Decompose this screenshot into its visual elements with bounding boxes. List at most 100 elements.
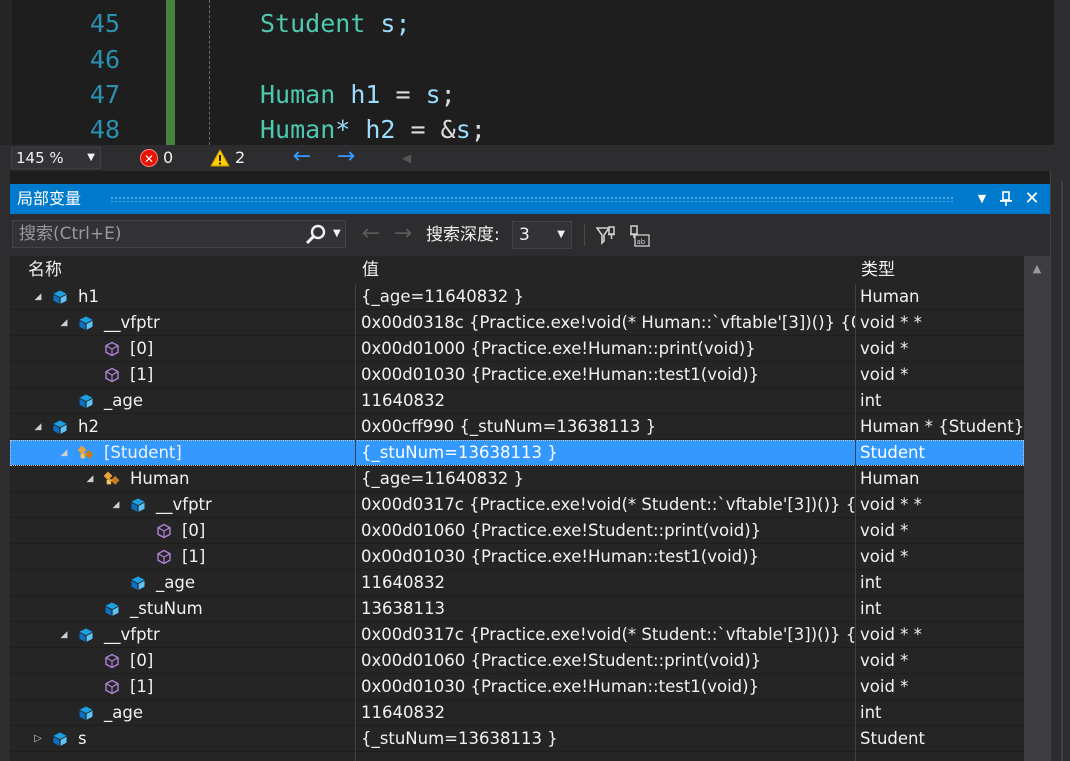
locals-row[interactable]: _age 11640832 int — [10, 388, 1024, 414]
virtual-method-icon — [104, 679, 120, 695]
variable-value[interactable]: 0x00d01030 {Practice.exe!Human::test1(vo… — [360, 674, 855, 700]
locals-row[interactable]: ◢ [Student] {_stuNum=13638113 } Student — [10, 440, 1024, 466]
error-count-value: 0 — [163, 148, 174, 167]
expand-arrow-icon[interactable]: ▷ — [32, 726, 44, 752]
variable-value[interactable]: 0x00d01030 {Practice.exe!Human::test1(vo… — [360, 544, 855, 570]
variable-name: _age — [104, 391, 143, 410]
locals-row[interactable]: [0] 0x00d01000 {Practice.exe!Human::print… — [10, 336, 1024, 362]
column-header-name[interactable]: 名称 — [28, 256, 62, 284]
variable-name: __vfptr — [156, 495, 212, 514]
variable-type: void * — [860, 677, 909, 696]
variable-value[interactable]: 11640832 — [360, 570, 855, 596]
variable-value[interactable]: 11640832 — [360, 388, 855, 414]
variable-value[interactable]: {_stuNum=13638113 } — [360, 440, 855, 466]
collapse-arrow-icon[interactable]: ◢ — [32, 414, 44, 440]
line-number: 45 — [89, 9, 120, 38]
code-editor[interactable]: 45 Student s; 46 47 Human h1 = s; 48 Human* h2… — [0, 0, 1070, 145]
collapse-arrow-icon[interactable]: ◢ — [32, 284, 44, 310]
locals-row[interactable]: [1] 0x00d01030 {Practice.exe!Human::test1… — [10, 674, 1024, 700]
variable-value[interactable]: {_stuNum=13638113 } — [360, 726, 855, 752]
variable-name: __vfptr — [104, 313, 160, 332]
variable-value[interactable]: 11640832 — [360, 700, 855, 726]
horizontal-scroll-left-icon[interactable]: ◀ — [402, 148, 411, 168]
code-token: h1 — [335, 80, 396, 109]
code-text[interactable]: Human h1 = s; — [260, 77, 456, 112]
search-options-chevron-icon[interactable]: ▼ — [333, 221, 341, 247]
editor-scrollbar[interactable] — [1054, 0, 1070, 145]
code-line[interactable]: 47 Human h1 = s; — [0, 77, 1050, 112]
variable-value[interactable]: 0x00d0317c {Practice.exe!void(* Student:… — [360, 622, 855, 648]
search-icon[interactable] — [305, 224, 327, 246]
locals-row[interactable]: ◢ Human {_age=11640832 } Human — [10, 466, 1024, 492]
locals-row[interactable]: ◢ __vfptr 0x00d0317c {Practice.exe!void(* … — [10, 492, 1024, 518]
window-position-dropdown-icon[interactable]: ▼ — [972, 189, 992, 209]
variable-value[interactable]: 0x00d0317c {Practice.exe!void(* Student:… — [360, 492, 855, 518]
search-depth-dropdown[interactable]: 3 ▼ — [512, 221, 572, 249]
zoom-value: 145 % — [16, 149, 64, 167]
variable-value[interactable]: {_age=11640832 } — [360, 466, 855, 492]
collapse-arrow-icon[interactable]: ◢ — [84, 466, 96, 492]
variable-name: _age — [104, 703, 143, 722]
code-line[interactable]: 48 Human* h2 = &s; — [0, 112, 1050, 145]
locals-row[interactable]: [1] 0x00d01030 {Practice.exe!Human::test1… — [10, 362, 1024, 388]
line-number: 48 — [89, 115, 120, 144]
locals-row[interactable]: [0] 0x00d01060 {Practice.exe!Student::pri… — [10, 648, 1024, 674]
locals-row[interactable]: ◢ h1 {_age=11640832 } Human — [10, 284, 1024, 310]
variable-type: Student — [860, 443, 925, 462]
locals-row[interactable]: [1] 0x00d01030 {Practice.exe!Human::test1… — [10, 544, 1024, 570]
pin-icon[interactable] — [996, 189, 1016, 209]
variable-name: Human — [130, 469, 190, 488]
error-icon: ✕ — [140, 149, 158, 167]
variable-type: Human — [860, 469, 920, 488]
navigate-back-icon[interactable]: ← — [290, 146, 314, 169]
locals-row[interactable]: ◢ __vfptr 0x00d0318c {Practice.exe!void(* … — [10, 310, 1024, 336]
collapse-arrow-icon[interactable]: ◢ — [58, 440, 70, 466]
collapse-arrow-icon[interactable]: ◢ — [58, 622, 70, 648]
search-depth-label: 搜索深度: — [426, 225, 500, 245]
navigate-forward-icon[interactable]: → — [334, 146, 358, 169]
code-token: s; — [365, 9, 411, 38]
virtual-method-icon — [156, 549, 172, 565]
chevron-down-icon: ▼ — [557, 229, 565, 240]
locals-scrollbar[interactable]: ▲ — [1024, 256, 1050, 761]
code-text[interactable]: Student s; — [260, 6, 411, 41]
column-header-value[interactable]: 值 — [362, 256, 379, 284]
search-next-icon[interactable]: → — [390, 222, 416, 248]
variable-value[interactable]: 0x00d01000 {Practice.exe!Human::print(vo… — [360, 336, 855, 362]
code-line[interactable]: 46 — [0, 42, 1050, 77]
filter-pin-icon[interactable] — [594, 224, 618, 248]
variable-value[interactable]: 0x00d0318c {Practice.exe!void(* Human::`… — [360, 310, 855, 336]
class-icon — [103, 471, 120, 487]
warning-count[interactable]: 2 — [210, 148, 245, 168]
zoom-dropdown[interactable]: 145 % ▼ — [11, 147, 101, 169]
variable-value[interactable]: 0x00d01060 {Practice.exe!Student::print(… — [360, 648, 855, 674]
search-previous-icon[interactable]: ← — [358, 222, 384, 248]
close-icon[interactable]: ✕ — [1022, 189, 1042, 209]
hexadecimal-display-icon[interactable]: ab — [627, 224, 651, 248]
variable-value[interactable]: 0x00d01030 {Practice.exe!Human::test1(vo… — [360, 362, 855, 388]
code-line[interactable]: 45 Student s; — [0, 6, 1050, 41]
locals-row[interactable]: _stuNum 13638113 int — [10, 596, 1024, 622]
search-input[interactable]: 搜索(Ctrl+E) ▼ — [12, 220, 346, 248]
locals-row[interactable]: ◢ __vfptr 0x00d0317c {Practice.exe!void(* … — [10, 622, 1024, 648]
code-text[interactable]: Human* h2 = &s; — [260, 112, 486, 145]
locals-title-bar[interactable]: 局部变量 ▼ ✕ — [10, 184, 1050, 214]
column-header-type[interactable]: 类型 — [861, 256, 895, 284]
column-divider[interactable] — [355, 284, 356, 761]
locals-row[interactable]: [0] 0x00d01060 {Practice.exe!Student::pri… — [10, 518, 1024, 544]
error-count[interactable]: ✕ 0 — [140, 148, 173, 168]
collapse-arrow-icon[interactable]: ◢ — [58, 310, 70, 336]
locals-row[interactable]: ◢ h2 0x00cff990 {_stuNum=13638113 } Human *… — [10, 414, 1024, 440]
scroll-up-icon[interactable]: ▲ — [1024, 260, 1050, 278]
scrollbar-track[interactable] — [1029, 284, 1045, 754]
collapse-arrow-icon[interactable]: ◢ — [110, 492, 122, 518]
variable-type: void * — [860, 365, 909, 384]
column-divider[interactable] — [855, 284, 856, 761]
variable-value[interactable]: 0x00cff990 {_stuNum=13638113 } — [360, 414, 855, 440]
variable-value[interactable]: 13638113 — [360, 596, 855, 622]
variable-value[interactable]: 0x00d01060 {Practice.exe!Student::print(… — [360, 518, 855, 544]
locals-row[interactable]: _age 11640832 int — [10, 700, 1024, 726]
locals-row[interactable]: _age 11640832 int — [10, 570, 1024, 596]
variable-value[interactable]: {_age=11640832 } — [360, 284, 855, 310]
locals-row[interactable]: ▷ s {_stuNum=13638113 } Student — [10, 726, 1024, 752]
